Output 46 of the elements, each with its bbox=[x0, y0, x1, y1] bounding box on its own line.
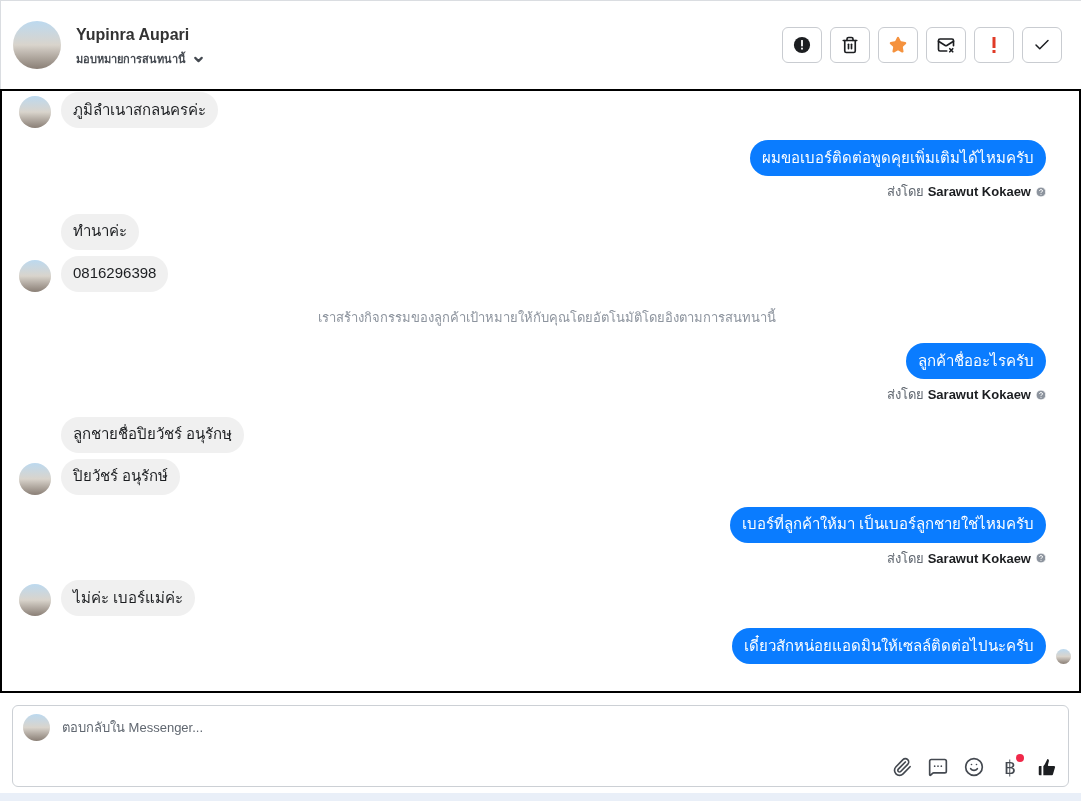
contact-name: Yupinra Aupari bbox=[76, 24, 191, 45]
smiley-icon bbox=[964, 757, 984, 777]
payment-button[interactable]: ฿ bbox=[1000, 757, 1020, 777]
avatar-photo-placeholder bbox=[19, 259, 51, 292]
avatar-photo-placeholder bbox=[19, 584, 51, 616]
emoji-button[interactable] bbox=[964, 757, 984, 777]
star-button[interactable] bbox=[878, 27, 918, 63]
outgoing-message: ลูกค้าชื่ออะไรครับ bbox=[906, 343, 1046, 379]
trash-button[interactable] bbox=[830, 27, 870, 63]
sender-label: ส่งโดย Sarawut Kokaew bbox=[887, 549, 1031, 568]
incoming-message: ทำนาค่ะ bbox=[61, 213, 139, 250]
mail-button[interactable] bbox=[926, 27, 966, 63]
help-icon bbox=[1035, 388, 1047, 401]
sender-label: ส่งโดย Sarawut Kokaew bbox=[887, 183, 1031, 201]
thumbs-up-icon bbox=[1036, 756, 1058, 778]
exclamation-icon bbox=[991, 36, 997, 54]
help-icon bbox=[1035, 185, 1047, 198]
outgoing-message: ผมขอเบอร์ติดต่อพูดคุยเพิ่มเติมได้ไหมครับ bbox=[750, 140, 1046, 176]
done-button[interactable] bbox=[1022, 27, 1062, 63]
envelope-icon bbox=[937, 36, 955, 54]
reply-field[interactable]: ตอบกลับใน Messenger... bbox=[62, 717, 1058, 738]
alert-icon bbox=[793, 36, 811, 54]
attach-button[interactable] bbox=[892, 757, 912, 777]
paperclip-icon bbox=[892, 757, 912, 777]
system-notice: เราสร้างกิจกรรมของลูกค้าเป้าหมายให้กับคุณโดยอัตโนมัติโดยอิงตามการสนทนานี้ bbox=[317, 307, 776, 327]
avatar-photo-placeholder bbox=[19, 462, 51, 495]
like-button[interactable] bbox=[1036, 756, 1058, 778]
avatar-photo-placeholder bbox=[19, 96, 51, 128]
outgoing-message: เดี๋ยวสักหน่อยแอดมินให้เซลล์ติดต่อไปนะครับ bbox=[732, 628, 1046, 664]
avatar-photo-placeholder bbox=[23, 714, 50, 741]
saved-reply-button[interactable] bbox=[928, 757, 948, 777]
avatar-photo-placeholder bbox=[13, 21, 61, 69]
trash-icon bbox=[841, 36, 859, 54]
star-icon bbox=[889, 36, 907, 54]
chat-bubble-icon bbox=[928, 757, 948, 777]
assign-dropdown[interactable]: มอบหมายการสนทนานี้ bbox=[76, 50, 205, 68]
incoming-message: 0816296398 bbox=[61, 255, 169, 292]
avatar-photo-placeholder bbox=[1056, 649, 1071, 664]
incoming-message: ลูกชายชื่อปิยวัชร์ อนุรักษฺ bbox=[61, 416, 245, 453]
incoming-message: ปิยวัชร์ อนุรักษ์ bbox=[61, 458, 181, 495]
alert-button[interactable] bbox=[782, 27, 822, 63]
outgoing-message: เบอร์ที่ลูกค้าให้มา เป็นเบอร์ลูกชายใช่ไหมครับ bbox=[729, 506, 1046, 543]
help-icon bbox=[1035, 552, 1047, 565]
incoming-message: ไม่ค่ะ เบอร์แม่ค่ะ bbox=[61, 580, 196, 616]
sender-label: ส่งโดย Sarawut Kokaew bbox=[887, 386, 1031, 404]
incoming-message: ภูมิลำเนาสกลนครค่ะ bbox=[61, 92, 218, 128]
